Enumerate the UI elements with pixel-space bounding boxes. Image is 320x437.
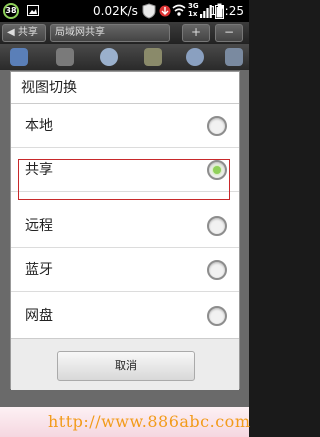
- status-bar: 38 0.02K/s 3G 1x 17:25: [0, 0, 249, 22]
- dialog-footer: 取消: [11, 338, 239, 390]
- star-icon[interactable]: [10, 48, 28, 66]
- grid-view-icon[interactable]: [56, 48, 74, 66]
- option-label: 蓝牙: [25, 262, 53, 278]
- view-switch-dialog: 视图切换 本地 共享 远程 蓝牙 网盘 取消: [10, 71, 240, 390]
- option-label: 本地: [25, 118, 53, 134]
- option-label: 远程: [25, 218, 53, 234]
- wifi-signal-icon: [172, 4, 186, 16]
- option-local[interactable]: 本地: [11, 104, 239, 148]
- app-header: ◀ 共享 局域网共享 + −: [0, 22, 249, 44]
- image-notification-icon: [27, 5, 39, 16]
- option-bluetooth[interactable]: 蓝牙: [11, 248, 239, 292]
- cancel-button[interactable]: 取消: [57, 351, 195, 381]
- security-shield-icon: [142, 3, 156, 19]
- dialog-title: 视图切换: [11, 72, 239, 104]
- path-breadcrumb[interactable]: 局域网共享: [50, 24, 170, 42]
- radio-button-bluetooth[interactable]: [207, 260, 227, 280]
- bottom-bar: http://www.886abc.com: [0, 407, 251, 437]
- share-back-button[interactable]: ◀ 共享: [2, 24, 46, 42]
- selection-highlight-box: [18, 159, 230, 200]
- add-button[interactable]: +: [182, 24, 210, 42]
- radio-button-cloud-drive[interactable]: [207, 306, 227, 326]
- option-cloud-drive[interactable]: 网盘: [11, 294, 239, 338]
- globe-icon[interactable]: [100, 48, 118, 66]
- watermark-url: http://www.886abc.com: [48, 412, 251, 431]
- minus-button[interactable]: −: [215, 24, 243, 42]
- radio-button-local[interactable]: [207, 116, 227, 136]
- toolbar: [0, 44, 249, 70]
- menu-icon[interactable]: [225, 48, 243, 66]
- radio-button-remote[interactable]: [207, 216, 227, 236]
- clock: 17:25: [209, 4, 244, 18]
- network-speed: 0.02K/s: [93, 4, 138, 18]
- folder-icon[interactable]: [144, 48, 162, 66]
- notification-count-icon: 38: [3, 3, 19, 19]
- option-label: 网盘: [25, 308, 53, 324]
- option-remote[interactable]: 远程: [11, 204, 239, 248]
- download-badge-icon: [159, 5, 171, 17]
- add-circle-icon[interactable]: [186, 48, 204, 66]
- mobile-network-indicator: 3G 1x: [188, 2, 199, 18]
